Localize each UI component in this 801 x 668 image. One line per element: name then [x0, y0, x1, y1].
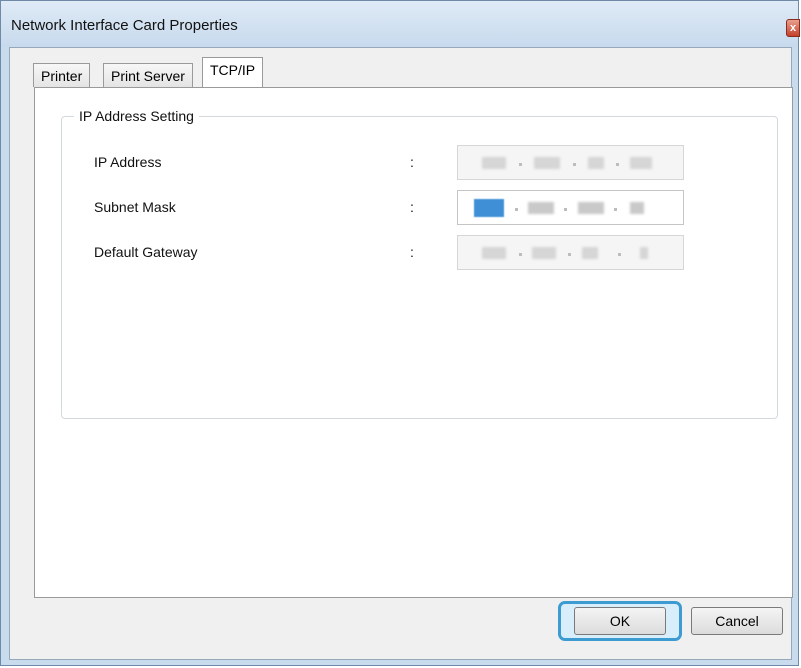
group-title: IP Address Setting — [74, 108, 199, 124]
gw-dot-3 — [618, 253, 621, 256]
subnet-dot-2 — [564, 208, 567, 211]
gw-dot-2 — [568, 253, 571, 256]
ok-button[interactable]: OK — [574, 607, 666, 635]
ip-address-label: IP Address — [94, 154, 162, 170]
subnet-octet-4[interactable] — [630, 202, 644, 214]
subnet-mask-colon: : — [410, 199, 414, 215]
default-gateway-colon: : — [410, 244, 414, 260]
subnet-mask-label: Subnet Mask — [94, 199, 176, 215]
gw-octet-1 — [482, 247, 506, 259]
ip-address-colon: : — [410, 154, 414, 170]
dialog-client-area: Printer Print Server TCP/IP IP Address S… — [9, 47, 793, 660]
ip-octet-2 — [534, 157, 560, 169]
dialog-window: Network Interface Card Properties x Prin… — [0, 0, 800, 666]
ip-dot-3 — [616, 163, 619, 166]
gw-dot-1 — [519, 253, 522, 256]
cancel-button[interactable]: Cancel — [691, 607, 783, 635]
subnet-dot-1 — [515, 208, 518, 211]
subnet-dot-3 — [614, 208, 617, 211]
ip-octet-3 — [588, 157, 604, 169]
ip-dot-1 — [519, 163, 522, 166]
gw-octet-4 — [640, 247, 648, 259]
subnet-octet-1-selected[interactable] — [474, 199, 504, 217]
gw-octet-2 — [532, 247, 556, 259]
ip-octet-1 — [482, 157, 506, 169]
tab-tcp-ip[interactable]: TCP/IP — [202, 57, 264, 87]
ip-dot-2 — [573, 163, 576, 166]
window-title: Network Interface Card Properties — [11, 17, 238, 34]
default-gateway-field — [457, 235, 684, 270]
tcp-ip-tab-panel: IP Address Setting IP Address : Subnet M… — [34, 87, 793, 598]
subnet-mask-field[interactable] — [457, 190, 684, 225]
default-gateway-label: Default Gateway — [94, 244, 198, 260]
gw-octet-3 — [582, 247, 598, 259]
title-bar[interactable]: Network Interface Card Properties x — [1, 1, 800, 47]
ip-octet-4 — [630, 157, 652, 169]
close-button[interactable]: x — [786, 19, 800, 37]
tab-printer[interactable]: Printer — [33, 63, 91, 87]
ip-address-field — [457, 145, 684, 180]
subnet-octet-3[interactable] — [578, 202, 604, 214]
tab-print-server[interactable]: Print Server — [103, 63, 193, 87]
subnet-octet-2[interactable] — [528, 202, 554, 214]
